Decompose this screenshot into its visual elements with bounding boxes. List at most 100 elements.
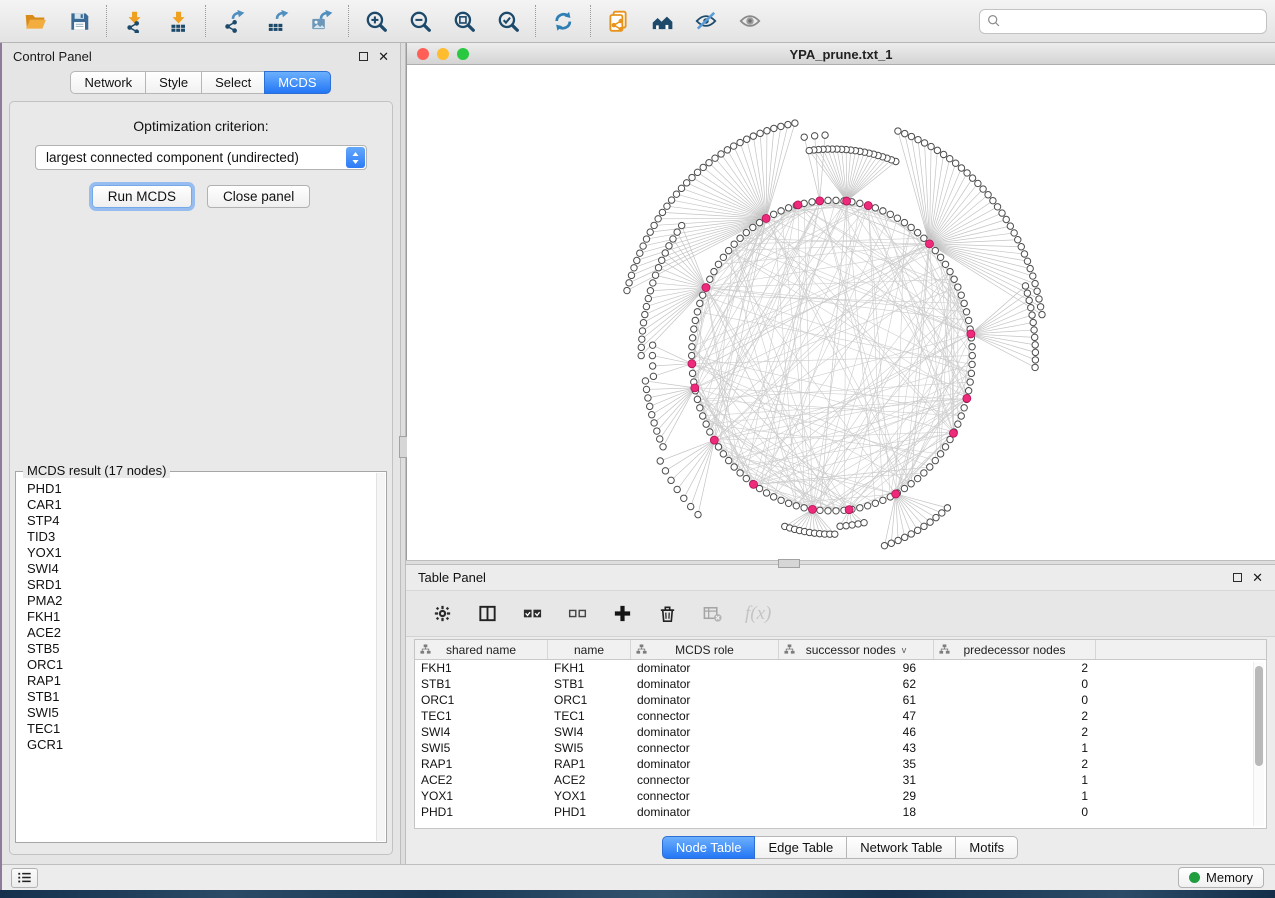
select-all-rows-button[interactable] <box>520 602 544 626</box>
table-row[interactable]: PHD1PHD1dominator180 <box>415 804 1266 820</box>
table-row[interactable]: ACE2ACE2connector311 <box>415 772 1266 788</box>
desktop-edge <box>0 43 2 890</box>
hide-graphics-details-button[interactable] <box>693 8 719 34</box>
table-row[interactable]: TEC1TEC1connector472 <box>415 708 1266 724</box>
table-scrollbar[interactable] <box>1253 662 1264 826</box>
column-header-predecessor-nodes[interactable]: predecessor nodes <box>934 640 1096 659</box>
task-history-button[interactable] <box>11 868 38 888</box>
column-header-shared-name[interactable]: shared name <box>415 640 548 659</box>
vertical-splitter[interactable] <box>400 43 406 864</box>
tab-node-table[interactable]: Node Table <box>662 836 756 859</box>
share-document-button[interactable] <box>605 8 631 34</box>
optimization-criterion-label: Optimization criterion: <box>133 118 268 134</box>
close-panel-icon[interactable]: ✕ <box>378 50 389 63</box>
result-node[interactable]: STB5 <box>27 641 375 657</box>
result-node[interactable]: PMA2 <box>27 593 375 609</box>
zoom-out-button[interactable] <box>407 8 433 34</box>
tab-edge-table[interactable]: Edge Table <box>754 836 847 859</box>
column-header-name[interactable]: name <box>548 640 631 659</box>
table-settings-button[interactable] <box>430 602 454 626</box>
zoom-in-button[interactable] <box>363 8 389 34</box>
control-panel-title: Control Panel <box>13 49 92 64</box>
network-graph[interactable] <box>407 65 1275 560</box>
close-panel-button[interactable]: Close panel <box>207 185 310 208</box>
zoom-fit-button[interactable] <box>451 8 477 34</box>
tab-network-table[interactable]: Network Table <box>846 836 956 859</box>
float-panel-icon[interactable] <box>359 52 368 61</box>
result-node[interactable]: ACE2 <box>27 625 375 641</box>
table-row[interactable]: SWI4SWI4dominator462 <box>415 724 1266 740</box>
tab-select[interactable]: Select <box>201 71 265 94</box>
result-node[interactable]: SWI4 <box>27 561 375 577</box>
result-node[interactable]: STB1 <box>27 689 375 705</box>
show-graphics-details-button[interactable] <box>737 8 763 34</box>
table-tabs: Node TableEdge TableNetwork TableMotifs <box>406 831 1275 864</box>
home-button[interactable] <box>649 8 675 34</box>
table-row[interactable]: SWI5SWI5connector431 <box>415 740 1266 756</box>
table-cell: 43 <box>779 741 934 755</box>
column-header-MCDS-role[interactable]: MCDS role <box>631 640 779 659</box>
result-node[interactable]: CAR1 <box>27 497 375 513</box>
clear-table-button <box>700 602 724 626</box>
table-row[interactable]: FKH1FKH1dominator962 <box>415 660 1266 676</box>
result-node[interactable]: YOX1 <box>27 545 375 561</box>
splitter-grip[interactable] <box>778 559 800 568</box>
close-panel-icon[interactable]: ✕ <box>1252 571 1263 584</box>
tab-style[interactable]: Style <box>145 71 202 94</box>
result-node[interactable]: RAP1 <box>27 673 375 689</box>
table-cell: 96 <box>779 661 934 675</box>
table-row[interactable]: ORC1ORC1dominator610 <box>415 692 1266 708</box>
export-network-icon <box>221 9 245 33</box>
float-panel-icon[interactable] <box>1233 573 1242 582</box>
clear-table-icon <box>702 603 723 624</box>
result-node[interactable]: TEC1 <box>27 721 375 737</box>
export-table-button[interactable] <box>264 8 290 34</box>
import-network-button[interactable] <box>121 8 147 34</box>
mcds-result-list: PHD1CAR1STP4TID3YOX1SWI4SRD1PMA2FKH1ACE2… <box>16 472 386 753</box>
memory-label: Memory <box>1206 870 1253 885</box>
criterion-dropdown[interactable]: largest connected component (undirected) <box>35 145 367 170</box>
table-cell: SWI5 <box>415 741 548 755</box>
table-cell: dominator <box>631 757 779 771</box>
result-node[interactable]: STP4 <box>27 513 375 529</box>
table-cell: TEC1 <box>548 709 631 723</box>
scrollbar-thumb[interactable] <box>1255 666 1263 766</box>
search-input[interactable] <box>1006 14 1259 29</box>
column-header-successor-nodes[interactable]: successor nodesv <box>779 640 934 659</box>
table-row[interactable]: YOX1YOX1connector291 <box>415 788 1266 804</box>
delete-column-button[interactable] <box>655 602 679 626</box>
export-image-button[interactable] <box>308 8 334 34</box>
table-cell: ORC1 <box>415 693 548 707</box>
result-node[interactable]: ORC1 <box>27 657 375 673</box>
tab-mcds[interactable]: MCDS <box>264 71 330 94</box>
table-cell: 61 <box>779 693 934 707</box>
result-node[interactable]: TID3 <box>27 529 375 545</box>
search-box[interactable] <box>979 9 1267 34</box>
tab-motifs[interactable]: Motifs <box>955 836 1018 859</box>
memory-button[interactable]: Memory <box>1178 867 1264 888</box>
run-mcds-button[interactable]: Run MCDS <box>92 185 192 208</box>
mcds-result-title: MCDS result (17 nodes) <box>23 463 170 478</box>
deselect-all-rows-button[interactable] <box>565 602 589 626</box>
table-cell: SWI5 <box>548 741 631 755</box>
result-node[interactable]: SWI5 <box>27 705 375 721</box>
result-node[interactable]: PHD1 <box>27 481 375 497</box>
result-scrollbar[interactable] <box>376 473 385 841</box>
table-cell: 1 <box>934 789 1096 803</box>
import-table-button[interactable] <box>165 8 191 34</box>
result-node[interactable]: SRD1 <box>27 577 375 593</box>
result-node[interactable]: FKH1 <box>27 609 375 625</box>
save-session-button[interactable] <box>66 8 92 34</box>
network-canvas[interactable] <box>407 65 1275 560</box>
export-network-button[interactable] <box>220 8 246 34</box>
zoom-selected-button[interactable] <box>495 8 521 34</box>
table-row[interactable]: RAP1RAP1dominator352 <box>415 756 1266 772</box>
table-row[interactable]: STB1STB1dominator620 <box>415 676 1266 692</box>
refresh-network-button[interactable] <box>550 8 576 34</box>
result-node[interactable]: GCR1 <box>27 737 375 753</box>
show-columns-button[interactable] <box>475 602 499 626</box>
open-file-button[interactable] <box>22 8 48 34</box>
add-column-button[interactable] <box>610 602 634 626</box>
horizontal-splitter[interactable] <box>406 560 1275 565</box>
tab-network[interactable]: Network <box>70 71 146 94</box>
